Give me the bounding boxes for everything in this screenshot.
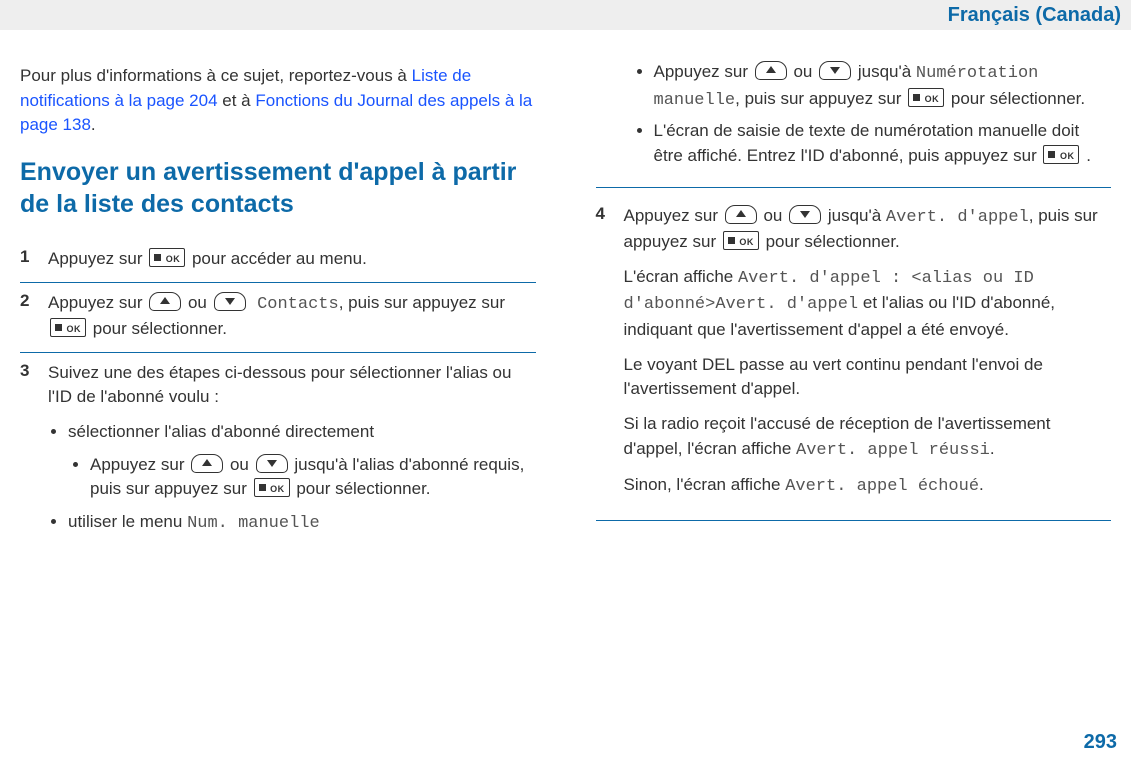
ok-button-icon	[723, 231, 759, 250]
c1-mid: , puis sur appuyez sur	[735, 89, 906, 108]
s4-ou: ou	[763, 206, 787, 225]
s4-p2: L'écran affiche Avert. d'appel : <alias …	[624, 265, 1112, 343]
step-4: Appuyez sur ou jusqu'à Avert. d'appel, p…	[596, 196, 1112, 521]
content: Pour plus d'informations à ce sujet, rep…	[0, 30, 1131, 557]
step2-end: pour sélectionner.	[93, 319, 227, 338]
s4-sel: pour sélectionner.	[766, 232, 900, 251]
step3-opt1: sélectionner l'alias d'abonné directemen…	[68, 420, 536, 502]
section-title: Envoyer un avertissement d'appel à parti…	[20, 156, 536, 221]
step1-a: Appuyez sur	[48, 249, 147, 268]
step2-mid: , puis sur appuyez sur	[339, 293, 505, 312]
intro-end: .	[91, 115, 96, 134]
c1-j: jusqu'à	[858, 62, 916, 81]
s4-p5: Sinon, l'écran affiche Avert. appel écho…	[624, 473, 1112, 500]
down-arrow-icon	[256, 454, 288, 473]
steps-list-left: Appuyez sur pour accéder au menu. Appuye…	[20, 239, 536, 557]
step3-lead: Suivez une des étapes ci-dessous pour sé…	[48, 363, 511, 407]
s4-p4mono: Avert. appel réussi	[796, 441, 990, 460]
right-column: Appuyez sur ou jusqu'à Numérotation manu…	[596, 54, 1112, 557]
up-arrow-icon	[191, 454, 223, 473]
step1-b: pour accéder au menu.	[192, 249, 367, 268]
s3o1-ou: ou	[230, 455, 254, 474]
down-arrow-icon	[789, 205, 821, 224]
ok-button-icon	[254, 478, 290, 497]
s4-p5b: .	[979, 475, 984, 494]
ok-button-icon	[1043, 145, 1079, 164]
step-3: Suivez une des étapes ci-dessous pour sé…	[20, 353, 536, 557]
s3o1-a: Appuyez sur	[90, 455, 189, 474]
c2-a: L'écran de saisie de texte de numérotati…	[654, 121, 1080, 165]
s4-a: Appuyez sur	[624, 206, 723, 225]
down-arrow-icon	[214, 292, 246, 311]
step2-contacts: Contacts	[257, 295, 339, 314]
intro-mid: et à	[218, 91, 256, 110]
down-arrow-icon	[819, 61, 851, 80]
cont-b2: L'écran de saisie de texte de numérotati…	[654, 119, 1112, 168]
c1-ou: ou	[793, 62, 817, 81]
locale-label: Français (Canada)	[948, 4, 1121, 27]
step3-opt1-sub-item: Appuyez sur ou jusqu'à l'alias d'abonné …	[90, 453, 536, 502]
step3-continued: Appuyez sur ou jusqu'à Numérotation manu…	[596, 60, 1112, 188]
s4-j: jusqu'à	[828, 206, 886, 225]
ok-button-icon	[908, 88, 944, 107]
c2-end: .	[1086, 146, 1091, 165]
step2-ou: ou	[188, 293, 212, 312]
page-number: 293	[1084, 731, 1117, 754]
s4-p5a: Sinon, l'écran affiche	[624, 475, 786, 494]
s4-mono1: Avert. d'appel	[886, 208, 1029, 227]
ok-button-icon	[149, 248, 185, 267]
step-1: Appuyez sur pour accéder au menu.	[20, 239, 536, 283]
intro-pre: Pour plus d'informations à ce sujet, rep…	[20, 66, 412, 85]
up-arrow-icon	[149, 292, 181, 311]
up-arrow-icon	[725, 205, 757, 224]
step-2: Appuyez sur ou Contacts, puis sur appuye…	[20, 283, 536, 353]
step3-opt1-text: sélectionner l'alias d'abonné directemen…	[68, 422, 374, 441]
s3o2-a: utiliser le menu	[68, 512, 187, 531]
left-column: Pour plus d'informations à ce sujet, rep…	[20, 54, 536, 557]
up-arrow-icon	[755, 61, 787, 80]
s4-p3: Le voyant DEL passe au vert continu pend…	[624, 353, 1112, 402]
c1-a: Appuyez sur	[654, 62, 753, 81]
intro-paragraph: Pour plus d'informations à ce sujet, rep…	[20, 64, 536, 138]
step3-opt2: utiliser le menu Num. manuelle	[68, 510, 536, 537]
c1-end: pour sélectionner.	[951, 89, 1085, 108]
s3o2-mono: Num. manuelle	[187, 514, 320, 533]
s3o1-c: pour sélectionner.	[296, 479, 430, 498]
steps-list-right: Appuyez sur ou jusqu'à Avert. d'appel, p…	[596, 196, 1112, 521]
step3-options: sélectionner l'alias d'abonné directemen…	[48, 420, 536, 537]
s4-p4: Si la radio reçoit l'accusé de réception…	[624, 412, 1112, 463]
step3-opt1-sub: Appuyez sur ou jusqu'à l'alias d'abonné …	[68, 453, 536, 502]
s4-p4b: .	[990, 439, 995, 458]
header-band: Français (Canada)	[0, 0, 1131, 30]
step2-a: Appuyez sur	[48, 293, 147, 312]
s4-p5mono: Avert. appel échoué	[785, 477, 979, 496]
ok-button-icon	[50, 318, 86, 337]
cont-b1: Appuyez sur ou jusqu'à Numérotation manu…	[654, 60, 1112, 113]
s4-p2a: L'écran affiche	[624, 267, 738, 286]
